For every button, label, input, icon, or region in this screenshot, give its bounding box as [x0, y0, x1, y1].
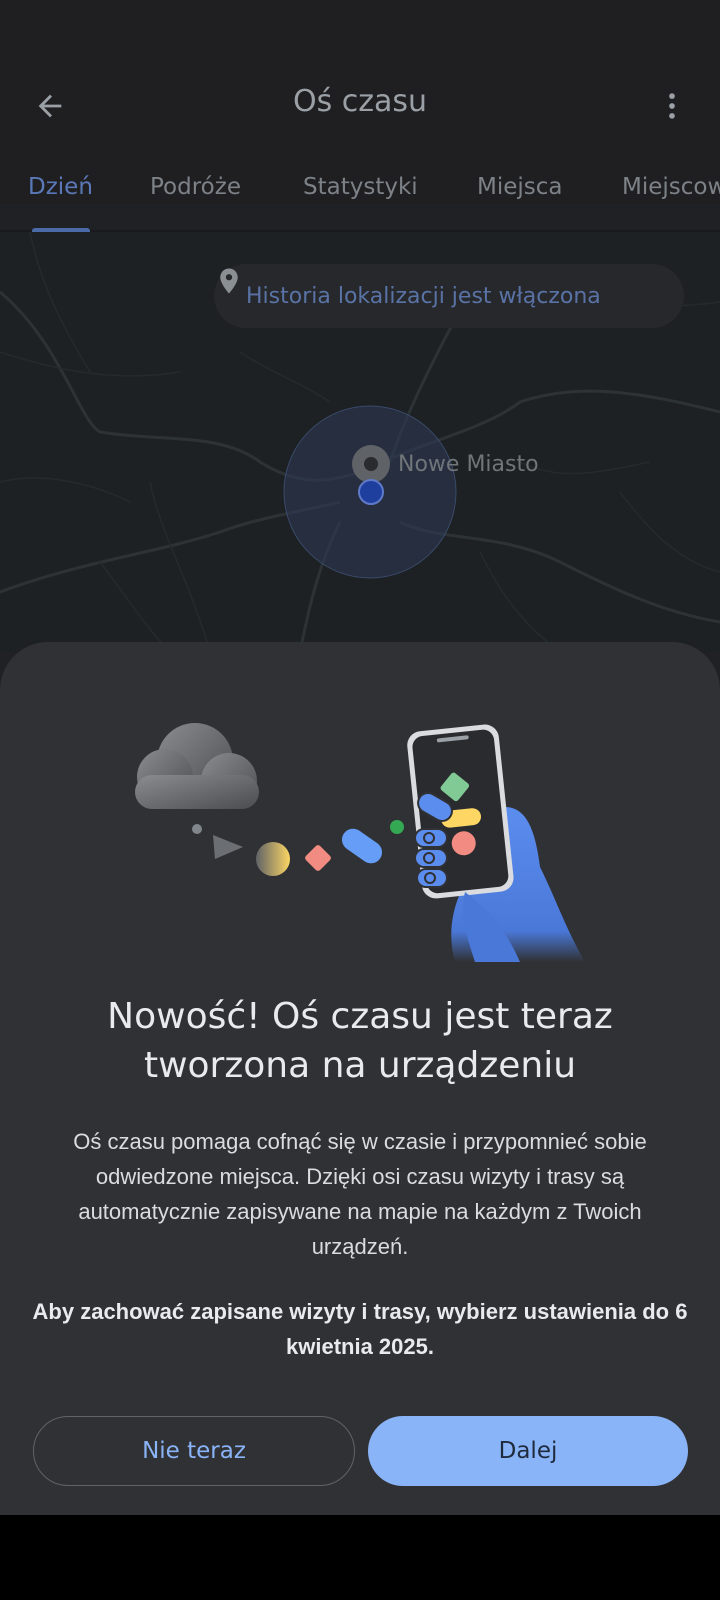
status-bar-area	[0, 0, 720, 56]
tab-places[interactable]: Miejsca	[477, 174, 563, 200]
not-now-button[interactable]: Nie teraz	[33, 1416, 355, 1486]
more-options-button[interactable]	[644, 78, 700, 134]
sheet-deadline-notice: Aby zachować zapisane wizyty i trasy, wy…	[32, 1299, 688, 1359]
location-history-text: Historia lokalizacji jest włączona	[246, 283, 601, 309]
location-pin-icon	[220, 268, 238, 294]
sheet-description: Oś czasu pomaga cofnąć się w czasie i pr…	[73, 1129, 647, 1259]
location-history-chip[interactable]: Historia lokalizacji jest włączona	[214, 264, 684, 328]
tab-cities[interactable]: Miejscowości	[622, 174, 720, 200]
tab-day[interactable]: Dzień	[28, 174, 93, 200]
cloud-icon	[135, 723, 259, 809]
app-root: Oś czasu Dzień Podróże Statystyki Miejsc…	[0, 0, 720, 1515]
next-button[interactable]: Dalej	[368, 1416, 688, 1486]
map-view[interactable]: Historia lokalizacji jest włączona Nowe …	[0, 232, 720, 652]
more-vert-icon	[669, 93, 675, 119]
onboarding-bottom-sheet: Nowość! Oś czasu jest teraz tworzona na …	[0, 642, 720, 1515]
system-navigation-bar	[0, 1515, 720, 1600]
map-place-label: Nowe Miasto	[398, 452, 539, 477]
tab-stats[interactable]: Statystyki	[303, 174, 418, 200]
tab-trips[interactable]: Podróże	[150, 174, 241, 200]
top-app-bar: Oś czasu Dzień Podróże Statystyki Miejsc…	[0, 56, 720, 232]
page-title: Oś czasu	[292, 84, 428, 119]
sheet-headline: Nowość! Oś czasu jest teraz tworzona na …	[107, 996, 613, 1086]
device-timeline-illustration	[135, 723, 585, 962]
tab-bar: Dzień Podróże Statystyki Miejsca Miejsco…	[0, 156, 720, 204]
